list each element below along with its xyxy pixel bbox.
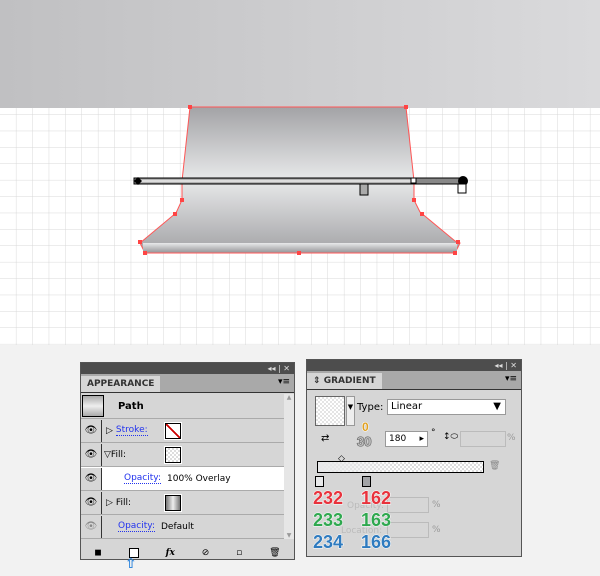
panel-controls[interactable]: ◂◂ | ✕ (81, 363, 294, 374)
stop2-blue: 166 (360, 532, 392, 553)
opacity-value: Default (161, 521, 194, 532)
opacity-value: 100% Overlay (167, 473, 231, 484)
delete-stop-icon[interactable]: 🗑 (489, 461, 500, 471)
annotation-thirty: 30 (356, 434, 372, 450)
gradient-panel: ◂◂ | ✕ ⇕ GRADIENT ▾≡ ▼ Type: Linear ▼ ⇄ 0 … (306, 359, 522, 557)
top-band (0, 0, 600, 108)
location-input[interactable] (387, 522, 429, 538)
stop2-green: 163 (360, 510, 392, 531)
stop1-green: 233 (312, 510, 344, 531)
arrow-pointer-icon: ⇧ (125, 556, 137, 572)
duplicate-icon[interactable]: ▫ (236, 548, 242, 558)
path-thumbnail (82, 395, 104, 417)
stop1-red: 232 (312, 488, 344, 509)
degree-symbol: ° (431, 428, 436, 438)
stroke-link[interactable]: Stroke: (115, 425, 148, 436)
clear-icon[interactable]: ⊘ (202, 548, 210, 558)
expand-icon[interactable]: ▷ (106, 426, 113, 436)
gradient-slider[interactable] (317, 461, 484, 473)
gradient-preview-swatch[interactable] (315, 396, 345, 426)
stop2-red: 162 (360, 488, 392, 509)
opacity-link[interactable]: Opacity: (118, 521, 155, 532)
panel-menu-icon[interactable]: ▾≡ (505, 374, 517, 384)
expand-icon[interactable]: ▷ (106, 498, 113, 508)
add-new-stroke-icon[interactable]: ◼ (94, 548, 101, 558)
scrollbar[interactable]: ▲ ▼ (284, 394, 294, 539)
opacity-link[interactable]: Opacity: (124, 473, 161, 484)
fill-swatch-gradient[interactable] (164, 493, 182, 512)
tab-appearance[interactable]: APPEARANCE (81, 376, 161, 392)
type-label: Type: (357, 402, 384, 413)
artboard-canvas[interactable] (0, 0, 600, 345)
gradient-stop-1[interactable] (315, 476, 324, 487)
fill-label: Fill: (110, 449, 126, 460)
stop1-blue: 234 (312, 532, 344, 553)
appearance-panel: ◂◂ | ✕ APPEARANCE ▾≡ Path 👁 ▷ Stroke: 👁 ▽ Fil… (80, 362, 295, 560)
percent-sign: % (432, 500, 441, 510)
object-type: Path (118, 400, 144, 412)
visibility-eye-icon[interactable]: 👁 (81, 515, 102, 538)
aspect-ratio-input[interactable] (460, 431, 506, 447)
swatch-dropdown-icon[interactable]: ▼ (346, 396, 355, 426)
angle-input[interactable]: 180 ▸ (385, 431, 428, 447)
fx-icon[interactable]: fx (166, 548, 175, 558)
visibility-eye-icon[interactable]: 👁 (81, 491, 102, 514)
delete-icon[interactable]: 🗑 (269, 548, 280, 558)
fill-label: Fill: (115, 497, 131, 508)
visibility-eye-icon[interactable]: 👁 (81, 419, 102, 442)
tab-gradient[interactable]: ⇕ GRADIENT (307, 373, 382, 389)
percent-sign: % (432, 525, 441, 535)
panel-controls[interactable]: ◂◂ | ✕ (307, 360, 521, 371)
visibility-eye-icon[interactable]: 👁 (81, 443, 102, 466)
opacity-input[interactable] (387, 497, 429, 513)
type-select[interactable]: Linear ▼ (387, 399, 506, 415)
collapse-icon[interactable]: ▽ (104, 450, 111, 460)
percent-sign: % (507, 433, 516, 443)
visibility-eye-icon[interactable]: 👁 (81, 467, 102, 490)
annotation-zero: 0 (362, 420, 370, 435)
panel-menu-icon[interactable]: ▾≡ (278, 377, 290, 387)
aspect-ratio-icon: ↕⬭ (443, 432, 459, 442)
gradient-stop-2[interactable] (362, 476, 371, 487)
fill-swatch-transparent[interactable] (164, 445, 182, 464)
reverse-gradient-icon[interactable]: ⇄ (321, 433, 329, 444)
stroke-swatch[interactable] (164, 421, 182, 440)
